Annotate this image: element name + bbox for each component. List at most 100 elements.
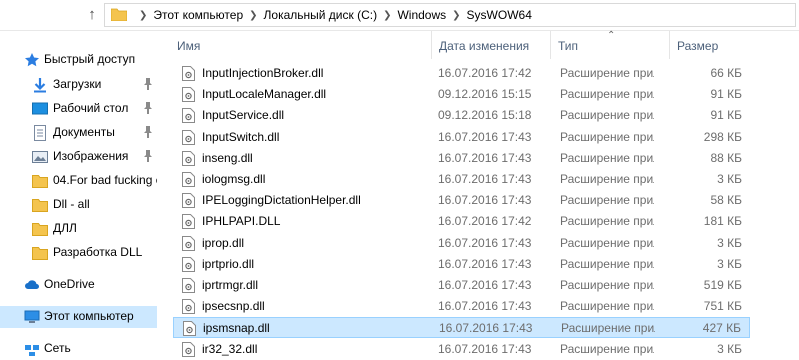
file-type: Расширение приложения — [561, 321, 655, 336]
file-row[interactable]: ir32_32.dll 16.07.2016 17:43 Расширение пр… — [173, 339, 750, 360]
nav-item-label: Этот компьютер — [44, 309, 134, 323]
nav-item-pictures[interactable]: Изображения — [0, 146, 157, 168]
file-row[interactable]: iprop.dll 16.07.2016 17:43 Расширение прил… — [173, 233, 750, 254]
up-arrow-icon[interactable]: ↑ — [82, 5, 102, 25]
nav-item-label: 04.For bad fucking c — [53, 173, 157, 187]
chevron-right-icon[interactable]: ❯ — [139, 10, 147, 21]
nav-item-label: Разработка DLL — [53, 245, 143, 259]
file-row[interactable]: InputSwitch.dll 16.07.2016 17:43 Расширени… — [173, 127, 750, 148]
dll-file-icon — [182, 235, 195, 251]
nav-item-label: OneDrive — [44, 277, 95, 291]
dll-file-icon — [182, 193, 195, 209]
nav-item-desktop[interactable]: Рабочий стол — [0, 98, 157, 120]
nav-item-label: Сеть — [44, 341, 71, 355]
column-header-row: Имя Дата изменения Тип ⌃ Размер — [170, 30, 799, 59]
cloud-icon — [25, 280, 39, 289]
crumb-syswow64[interactable]: SysWOW64 — [467, 8, 532, 22]
file-size: 181 КБ — [703, 214, 742, 229]
computer-icon — [24, 310, 40, 323]
file-size: 3 КБ — [717, 172, 742, 186]
file-row[interactable]: ipsecsnp.dll 16.07.2016 17:43 Расширение п… — [173, 296, 750, 317]
dll-file-icon — [182, 278, 195, 293]
dll-file-icon — [182, 341, 195, 357]
file-name: ipsecsnp.dll — [202, 299, 265, 314]
nav-item-folder[interactable]: ДЛЛ — [0, 218, 157, 240]
nav-item-label: Dll - all — [53, 197, 90, 211]
address-bar: ↑ ❯ Этот компьютер ❯ Локальный диск (C:)… — [0, 0, 799, 31]
file-size: 298 КБ — [703, 129, 742, 144]
file-date: 16.07.2016 17:43 — [439, 321, 533, 336]
file-date: 16.07.2016 17:43 — [438, 150, 532, 165]
address-box[interactable]: ❯ Этот компьютер ❯ Локальный диск (C:) ❯… — [104, 3, 796, 27]
pin-icon[interactable] — [143, 150, 153, 162]
crumb-this-pc[interactable]: Этот компьютер — [153, 8, 243, 22]
star-icon — [25, 53, 39, 67]
nav-item-folder[interactable]: Разработка DLL — [0, 242, 157, 264]
file-row[interactable]: InputService.dll 09.12.2016 15:18 Расширен… — [173, 105, 750, 126]
file-date: 16.07.2016 17:43 — [438, 278, 532, 292]
file-row[interactable]: InputInjectionBroker.dll 16.07.2016 17:42… — [173, 63, 750, 84]
file-type: Расширение приложения — [560, 193, 654, 208]
file-date: 16.07.2016 17:43 — [438, 193, 532, 208]
chevron-right-icon[interactable]: ❯ — [249, 10, 257, 21]
pin-icon[interactable] — [143, 126, 153, 138]
file-row[interactable]: ipsmsnap.dll 16.07.2016 17:43 Расширение п… — [173, 317, 750, 339]
network-icon — [25, 345, 39, 356]
navigation-pane: Быстрый доступ Загрузки Рабочий стол Док… — [0, 31, 157, 360]
folder-icon — [32, 199, 48, 212]
file-date: 16.07.2016 17:43 — [438, 129, 532, 144]
file-size: 91 КБ — [710, 87, 742, 102]
column-header-date[interactable]: Дата изменения — [432, 31, 551, 59]
file-size: 427 КБ — [702, 321, 741, 336]
file-date: 16.07.2016 17:43 — [438, 341, 532, 356]
crumb-local-disk[interactable]: Локальный диск (C:) — [264, 8, 378, 22]
file-type: Расширение приложения — [560, 150, 654, 165]
column-header-name[interactable]: Имя — [170, 31, 432, 59]
nav-item-folder[interactable]: Dll - all — [0, 194, 157, 216]
sort-ascending-icon: ⌃ — [607, 30, 616, 41]
chevron-right-icon[interactable]: ❯ — [383, 10, 391, 21]
file-row[interactable]: iprtprio.dll 16.07.2016 17:43 Расширение п… — [173, 254, 750, 275]
file-name: IPELoggingDictationHelper.dll — [202, 193, 361, 208]
folder-icon — [32, 247, 48, 260]
nav-quick-access[interactable]: Быстрый доступ — [0, 49, 157, 71]
nav-item-downloads[interactable]: Загрузки — [0, 74, 157, 96]
file-type: Расширение приложения — [560, 129, 654, 144]
file-name: inseng.dll — [202, 150, 253, 165]
file-row[interactable]: iologmsg.dll 16.07.2016 17:43 Расширение п… — [173, 169, 750, 190]
chevron-right-icon[interactable]: ❯ — [452, 10, 460, 21]
dll-file-icon — [182, 129, 195, 145]
file-size: 751 КБ — [703, 299, 742, 314]
file-size: 3 КБ — [717, 256, 742, 271]
file-date: 16.07.2016 17:43 — [438, 172, 532, 186]
file-row[interactable]: IPHLPAPI.DLL 16.07.2016 17:42 Расширение п… — [173, 211, 750, 232]
file-name: InputSwitch.dll — [202, 129, 280, 144]
nav-item-onedrive[interactable]: OneDrive — [0, 274, 157, 296]
nav-item-folder[interactable]: 04.For bad fucking c — [0, 170, 157, 192]
dll-file-icon — [183, 321, 196, 337]
dll-file-icon — [182, 66, 195, 81]
file-date: 16.07.2016 17:43 — [438, 299, 532, 314]
pin-icon[interactable] — [143, 78, 153, 90]
file-row[interactable]: IPELoggingDictationHelper.dll 16.07.2016 … — [173, 190, 750, 211]
dll-file-icon — [182, 150, 195, 166]
file-name: iprtprio.dll — [202, 256, 255, 271]
file-name: ir32_32.dll — [202, 341, 258, 356]
file-type: Расширение приложения — [560, 108, 654, 123]
file-row[interactable]: iprtrmgr.dll 16.07.2016 17:43 Расширение п… — [173, 275, 750, 296]
file-size: 88 КБ — [710, 150, 742, 165]
file-row[interactable]: InputLocaleManager.dll 09.12.2016 15:15 Ра… — [173, 84, 750, 105]
nav-item-label: ДЛЛ — [53, 221, 77, 235]
nav-item-network[interactable]: Сеть — [0, 338, 157, 360]
nav-item-documents[interactable]: Документы — [0, 122, 157, 144]
file-type: Расширение приложения — [560, 235, 654, 250]
pin-icon[interactable] — [143, 102, 153, 114]
crumb-windows[interactable]: Windows — [397, 8, 446, 22]
file-row[interactable]: inseng.dll 16.07.2016 17:43 Расширение при… — [173, 148, 750, 169]
file-name: iprop.dll — [202, 235, 245, 250]
column-header-size[interactable]: Размер — [670, 31, 750, 59]
file-name: ipsmsnap.dll — [203, 321, 270, 336]
dll-file-icon — [182, 214, 195, 230]
nav-item-this-pc[interactable]: Этот компьютер — [0, 306, 157, 328]
file-date: 16.07.2016 17:42 — [438, 214, 532, 229]
